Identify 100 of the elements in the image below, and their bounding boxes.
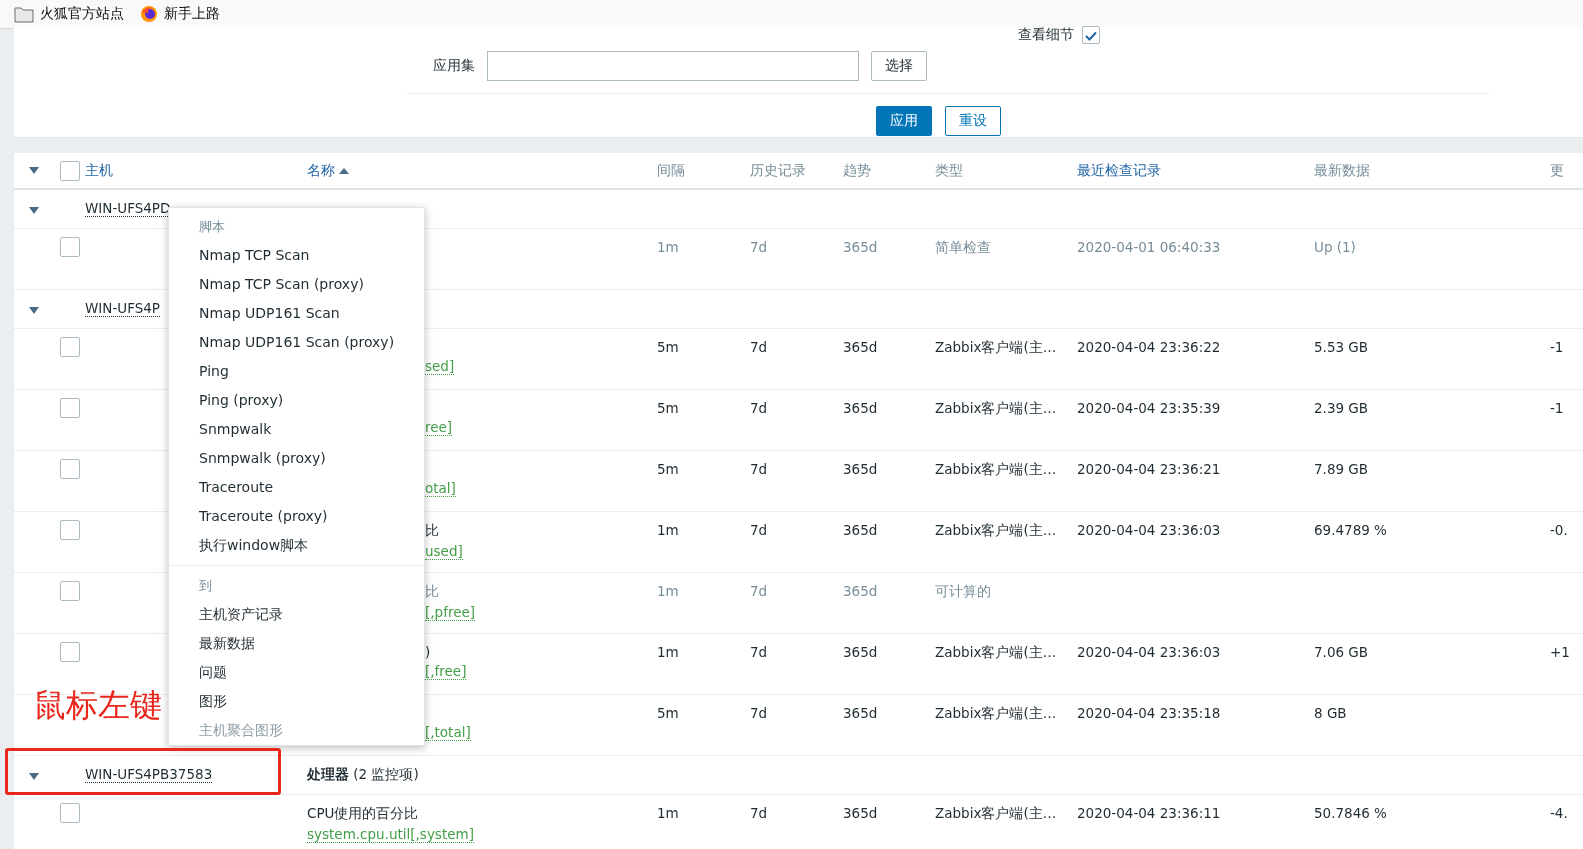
- sort-icon: [339, 166, 349, 175]
- expand-icon[interactable]: [29, 307, 39, 314]
- table-cell-text: 7d: [750, 705, 769, 721]
- bookmark-link[interactable]: 新手上路: [164, 5, 220, 23]
- table-cell-text: 7d: [750, 461, 769, 477]
- menu-item[interactable]: 执行window脚本: [169, 531, 424, 560]
- item-name: CPU使用的百分比: [307, 805, 419, 823]
- table-cell-text: 365d: [843, 644, 879, 660]
- field-label: 应用集: [433, 57, 475, 75]
- table-cell-text: 7d: [750, 805, 769, 821]
- table-cell-text: 365d: [843, 400, 879, 416]
- table-cell-text: 365d: [843, 705, 879, 721]
- table-cell-text: 2020-04-04 23:36:03: [1077, 522, 1222, 538]
- table-cell-text: 1m: [657, 583, 680, 599]
- table-cell-text: 1m: [657, 644, 680, 660]
- table-cell-text: 2020-04-04 23:36:03: [1077, 644, 1222, 660]
- table-cell-text: Zabbix客户端(主…: [935, 400, 1058, 418]
- menu-heading: 到: [198, 577, 213, 595]
- menu-item[interactable]: Traceroute: [169, 473, 424, 502]
- menu-item[interactable]: Traceroute (proxy): [169, 502, 424, 531]
- table-cell-text: 7.89 GB: [1314, 461, 1370, 477]
- menu-heading: 脚本: [198, 218, 226, 236]
- menu-item[interactable]: Snmpwalk (proxy): [169, 444, 424, 473]
- host-link[interactable]: WIN-UFS4P: [85, 301, 160, 317]
- table-cell-text: 2020-04-04 23:36:11: [1077, 805, 1222, 821]
- row-checkbox[interactable]: [59, 520, 80, 540]
- row-checkbox[interactable]: [59, 803, 80, 823]
- menu-item[interactable]: 主机资产记录: [169, 600, 424, 629]
- menu-item[interactable]: Nmap UDP161 Scan (proxy): [169, 328, 424, 357]
- menu-item[interactable]: Snmpwalk: [169, 415, 424, 444]
- menu-item[interactable]: 最新数据: [169, 629, 424, 658]
- table-cell-text: 1m: [657, 805, 680, 821]
- row-checkbox[interactable]: [59, 642, 80, 662]
- row-checkbox[interactable]: [59, 459, 80, 479]
- table-cell-text: 7d: [750, 239, 769, 255]
- menu-item[interactable]: 问题: [169, 658, 424, 687]
- table-cell-text: Zabbix客户端(主…: [935, 339, 1058, 357]
- menu-item[interactable]: Ping (proxy): [169, 386, 424, 415]
- table-cell-text: 可计算的: [935, 583, 992, 601]
- table-cell-text: 69.4789 %: [1314, 522, 1388, 538]
- application-field[interactable]: [487, 51, 859, 81]
- host-link[interactable]: WIN-UFS4PB37583: [85, 767, 213, 783]
- table-cell-text: 7d: [750, 583, 769, 599]
- table-cell-text: 2020-04-04 23:35:18: [1077, 705, 1222, 721]
- table-cell-text: Zabbix客户端(主…: [935, 644, 1058, 662]
- item-name: ): [425, 644, 431, 660]
- column-header[interactable]: 名称: [307, 161, 335, 180]
- folder-icon: [14, 5, 34, 23]
- table-cell-text: 2020-04-04 23:36:22: [1077, 339, 1222, 355]
- table-cell-text: Up (1): [1314, 239, 1357, 255]
- column-header: 趋势: [843, 161, 872, 180]
- menu-item[interactable]: Nmap TCP Scan: [169, 241, 424, 270]
- table-cell-text: 2020-04-04 23:35:39: [1077, 400, 1222, 416]
- column-header: 历史记录: [750, 161, 807, 180]
- checkbox-label: 查看细节: [1018, 26, 1074, 44]
- table-cell-text: Zabbix客户端(主…: [935, 522, 1058, 540]
- table-cell-text: Zabbix客户端(主…: [935, 805, 1058, 823]
- expand-icon[interactable]: [29, 207, 39, 214]
- table-cell-text: 2.39 GB: [1314, 400, 1370, 416]
- annotation-text: 鼠标左键: [34, 685, 162, 726]
- bookmark-link[interactable]: 火狐官方站点: [40, 5, 124, 23]
- menu-item[interactable]: Nmap TCP Scan (proxy): [169, 270, 424, 299]
- apply-button[interactable]: 应用: [876, 106, 932, 136]
- table-cell-text: 365d: [843, 522, 879, 538]
- table-cell-text: -0.: [1550, 522, 1569, 538]
- table-cell-text: 5m: [657, 461, 680, 477]
- table-cell-text: Zabbix客户端(主…: [935, 705, 1058, 723]
- table-cell-text: -1: [1550, 400, 1565, 416]
- select-all-checkbox[interactable]: [59, 160, 80, 181]
- item-name: 比: [425, 583, 439, 601]
- table-cell-text: 7d: [750, 522, 769, 538]
- column-header: 类型: [935, 161, 964, 180]
- table-cell-text: 5.53 GB: [1314, 339, 1370, 355]
- select-button[interactable]: 选择: [871, 51, 927, 81]
- table-cell-text: 1m: [657, 239, 680, 255]
- row-checkbox[interactable]: [59, 337, 80, 357]
- table-cell-text: 50.7846 %: [1314, 805, 1388, 821]
- expand-icon[interactable]: [29, 167, 39, 174]
- details-checkbox[interactable]: [1082, 26, 1100, 44]
- table-cell-text: 8 GB: [1314, 705, 1348, 721]
- menu-item[interactable]: Ping: [169, 357, 424, 386]
- menu-item[interactable]: Nmap UDP161 Scan: [169, 299, 424, 328]
- column-header[interactable]: 主机: [85, 161, 307, 180]
- table-cell-text: 1m: [657, 522, 680, 538]
- menu-item[interactable]: 图形: [169, 687, 424, 716]
- table-cell-text: 5m: [657, 400, 680, 416]
- row-checkbox[interactable]: [59, 398, 80, 418]
- table-cell-text: 2020-04-04 23:36:21: [1077, 461, 1222, 477]
- table-cell-text: Zabbix客户端(主…: [935, 461, 1058, 479]
- table-cell-text: 7d: [750, 400, 769, 416]
- application-name: 处理器 (2 监控项): [307, 766, 420, 784]
- table-cell-text: 365d: [843, 339, 879, 355]
- item-name: 比: [425, 522, 439, 540]
- reset-button[interactable]: 重设: [945, 106, 1001, 136]
- column-header[interactable]: 最近检查记录: [1077, 161, 1314, 180]
- table-cell-text: 5m: [657, 339, 680, 355]
- table-cell-text: 7d: [750, 644, 769, 660]
- table-cell-text: +1: [1550, 644, 1571, 660]
- column-header: 更: [1550, 161, 1565, 180]
- expand-icon[interactable]: [29, 773, 39, 780]
